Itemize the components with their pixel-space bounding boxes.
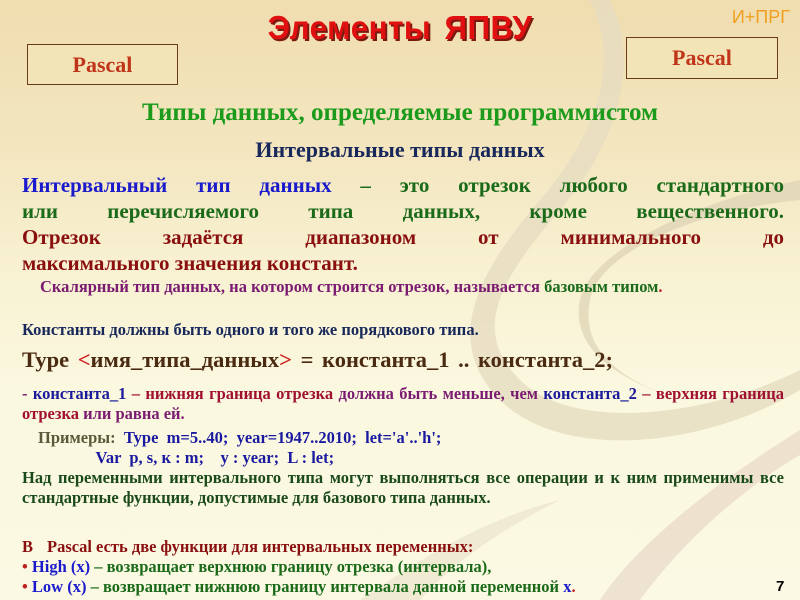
base-type-paragraph: Скалярный тип данных, на котором строитс…: [22, 276, 784, 297]
definition-line-2: или перечисляемого типа данных, кроме ве…: [22, 199, 784, 223]
bullet-icon: •: [22, 577, 28, 596]
function-name: High (x): [31, 557, 91, 576]
syntax-line: Type <имя_типа_данных> = константа_1 .. …: [22, 346, 784, 374]
examples-block: Примеры: Type m=5..40; year=1947..2010; …: [38, 428, 441, 468]
bounds-constant-1-desc: – нижняя граница отрезка: [126, 384, 339, 403]
title-part-2: ЯПВУ: [444, 9, 533, 46]
bounds-constant-1: константа_1: [32, 384, 127, 403]
function-name: Low (x): [31, 577, 87, 596]
syntax-keyword: Type: [22, 347, 70, 372]
functions-intro-prefix: В: [22, 537, 34, 556]
constants-note: Константы должны быть одного и того же п…: [22, 320, 479, 339]
language-box-right: Pascal: [626, 37, 778, 79]
slide-subtitle: Типы данных, определяемые программистом: [141, 99, 659, 126]
base-type-end: .: [658, 277, 663, 296]
corner-tag: И+ПРГ: [731, 7, 790, 27]
bounds-lead: -: [22, 384, 33, 403]
bounds-constant-2-rule: или равна ей.: [83, 404, 185, 423]
syntax-type-name: имя_типа_данных: [90, 347, 280, 372]
bounds-constant-1-rule: должна быть меньше, чем: [338, 384, 539, 403]
slide-number: 7: [776, 578, 785, 595]
function-item-high: • High (x) – возвращает верхнюю границу …: [22, 557, 576, 577]
function-item-low: • Low (x) – возвращает нижнюю границу ин…: [22, 577, 576, 597]
definition-line-4: максимального значения констант.: [22, 251, 358, 275]
examples-label: Примеры:: [38, 428, 116, 447]
definition-line-1: Интервальный тип данных – это отрезок лю…: [22, 172, 784, 198]
syntax-close-bracket: >: [279, 347, 292, 372]
function-desc: – возвращает верхнюю границу отрезка (ин…: [90, 557, 492, 576]
function-desc: – возвращает нижнюю границу интервала да…: [86, 577, 564, 596]
definition-line-1-text: – это отрезок любого стандартного: [331, 173, 784, 197]
functions-intro: В Pascal есть две функции для интервальны…: [22, 537, 784, 557]
definition-paragraph: Интервальный тип данных – это отрезок лю…: [22, 172, 784, 276]
syntax-rest: = константа_1 .. константа_2;: [300, 347, 613, 372]
definition-line-3: Отрезок задаётся диапазоном от минимальн…: [22, 225, 784, 249]
functions-intro-text: Pascal есть две функции для интервальных…: [47, 537, 474, 556]
base-type-term: базовым типом: [544, 277, 659, 296]
base-type-text: Скалярный тип данных, на котором строитс…: [40, 277, 540, 296]
bounds-constant-2: константа_2: [543, 384, 637, 403]
function-end-dot: .: [571, 577, 576, 596]
definition-term: Интервальный тип данных: [22, 173, 332, 197]
section-title: Интервальные типы данных: [255, 137, 545, 162]
function-list: • High (x) – возвращает верхнюю границу …: [22, 557, 576, 597]
operations-note: Над переменными интервального типа могут…: [22, 468, 784, 507]
background-swoosh-decoration: [360, 0, 800, 600]
bullet-icon: •: [22, 557, 28, 576]
syntax-open-bracket: <: [77, 347, 91, 372]
language-box-left: Pascal: [27, 44, 178, 85]
title-part-1: Элементы: [267, 9, 432, 46]
bounds-paragraph: - константа_1 – нижняя граница отрезка д…: [22, 384, 784, 424]
examples-line-2: Var p, s, к : m; y : year; L : let;: [38, 448, 335, 467]
examples-line-1: Type m=5..40; year=1947..2010; let='a'..…: [115, 428, 442, 447]
